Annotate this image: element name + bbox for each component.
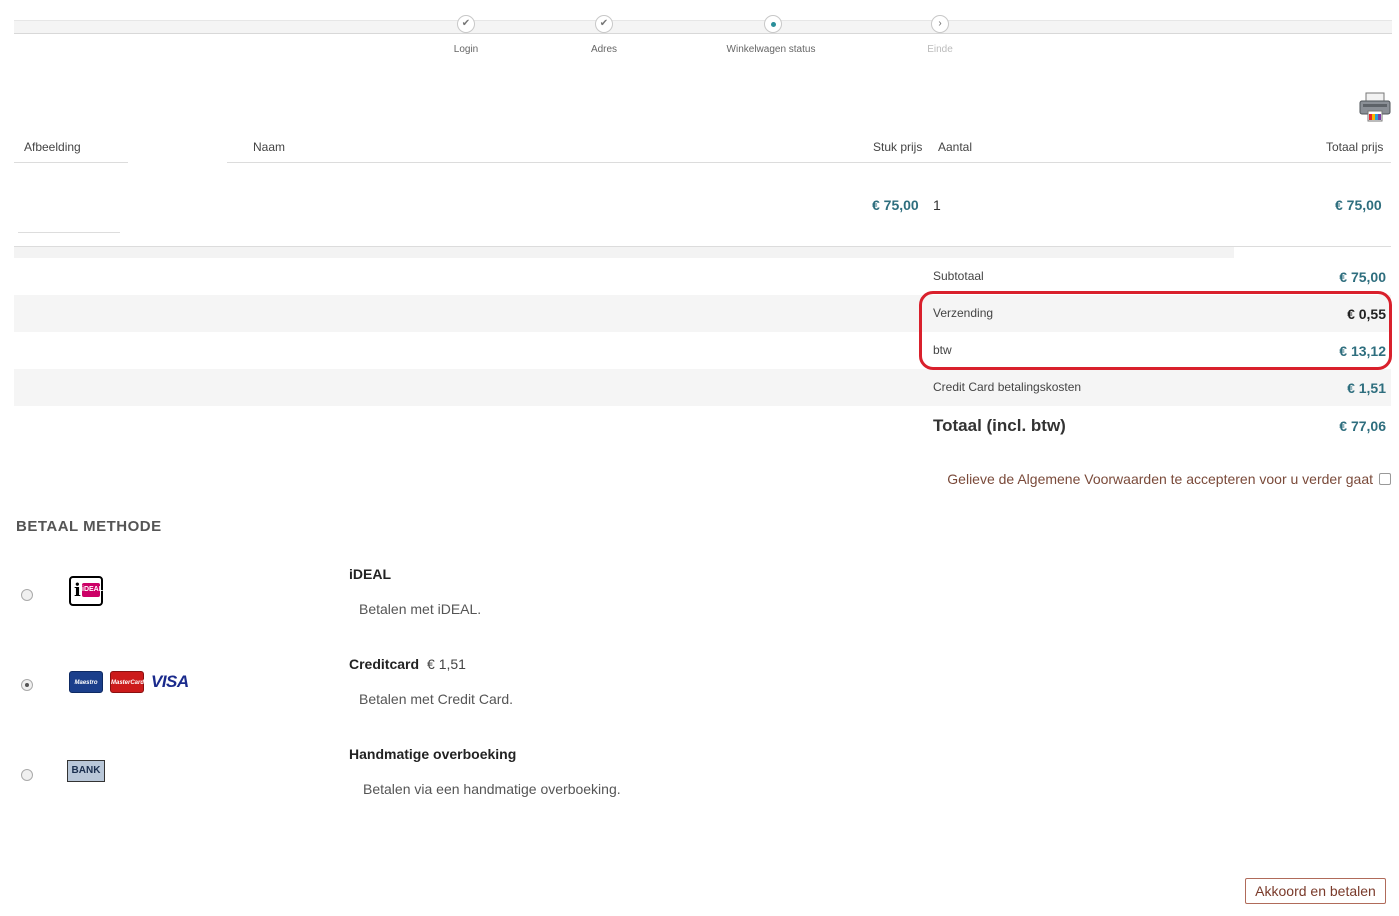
total-value: € 77,06 [1339, 418, 1386, 434]
shipping-vat-highlight [919, 291, 1392, 370]
terms-checkbox[interactable] [1379, 473, 1391, 485]
step-login-label: Login [453, 44, 479, 55]
step-address-check-icon: ✔ [595, 15, 613, 33]
payment-method-title: BETAAL METHODE [16, 518, 162, 535]
step-address-label: Adres [590, 44, 618, 55]
maestro-logo: Maestro [69, 671, 103, 693]
checkout-progress-bar [14, 20, 1392, 34]
step-end-label: Einde [927, 44, 953, 55]
terms-text: Gelieve de Algemene Voorwaarden te accep… [947, 471, 1373, 487]
bank-transfer-name: Handmatige overboeking [349, 746, 517, 762]
visa-logo: VISA [151, 672, 189, 691]
header-quantity: Aantal [938, 140, 973, 154]
step-login-check-icon: ✔ [457, 15, 475, 33]
product-image-placeholder [18, 172, 120, 233]
header-divider [14, 162, 128, 163]
creditcard-name-row: Creditcard € 1,51 [349, 656, 466, 672]
mastercard-logo: MasterCard [110, 671, 144, 693]
header-name: Naam [253, 140, 286, 154]
agree-and-pay-button[interactable]: Akkoord en betalen [1245, 878, 1386, 904]
cc-fee-value: € 1,51 [1347, 380, 1386, 396]
header-divider [227, 162, 1391, 163]
ideal-description: Betalen met iDEAL. [359, 601, 482, 617]
printer-icon[interactable] [1359, 92, 1391, 122]
step-cart-status-label: Winkelwagen status [726, 44, 816, 55]
row-quantity: 1 [933, 197, 941, 213]
step-cart-status-dot-icon [764, 15, 782, 33]
creditcard-fee: € 1,51 [427, 656, 466, 672]
step-end-chevron-icon: › [931, 15, 949, 33]
subtotal-value: € 75,00 [1339, 269, 1386, 285]
subtotal-label: Subtotaal [933, 269, 984, 283]
bank-transfer-description: Betalen via een handmatige overboeking. [363, 781, 621, 797]
row-total-price: € 75,00 [1335, 197, 1382, 213]
header-unit-price: Stuk prijs [873, 140, 923, 154]
header-total-price: Totaal prijs [1326, 140, 1384, 154]
row-footer-band [14, 247, 1234, 258]
cc-fee-label: Credit Card betalingskosten [933, 380, 1082, 394]
creditcard-name: Creditcard [349, 656, 420, 672]
ideal-name: iDEAL [349, 566, 391, 582]
ideal-logo: i iDEAL [69, 576, 103, 606]
row-unit-price: € 75,00 [872, 197, 919, 213]
bank-logo: BANK [67, 760, 105, 782]
creditcard-description: Betalen met Credit Card. [359, 691, 514, 707]
creditcard-radio[interactable] [21, 679, 33, 691]
total-label: Totaal (incl. btw) [933, 416, 1066, 435]
header-image: Afbeelding [24, 140, 81, 154]
bank-transfer-radio[interactable] [21, 769, 33, 781]
summary-band [14, 369, 1391, 406]
ideal-radio[interactable] [21, 589, 33, 601]
